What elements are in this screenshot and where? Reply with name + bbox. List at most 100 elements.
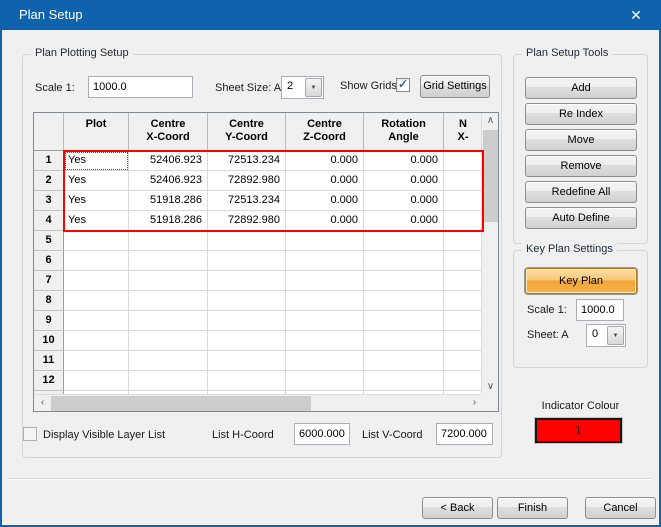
tools-button-auto-define[interactable]: Auto Define: [525, 207, 637, 229]
grid-cell[interactable]: [364, 311, 444, 331]
grid-cell[interactable]: 0.000: [286, 191, 364, 211]
grid-cell[interactable]: 0.000: [364, 211, 444, 231]
key-plan-scale-input[interactable]: [576, 299, 624, 321]
grid-cell[interactable]: [64, 291, 129, 311]
vertical-scrollbar[interactable]: ∧ ∨: [481, 113, 498, 396]
chevron-down-icon[interactable]: ▼: [607, 326, 624, 345]
chevron-down-icon[interactable]: ▼: [305, 78, 322, 97]
grid-cell[interactable]: Yes: [64, 211, 129, 231]
grid-cell[interactable]: [129, 291, 208, 311]
grid-cell[interactable]: [208, 311, 286, 331]
titlebar[interactable]: Plan Setup ✕: [0, 0, 661, 30]
grid-cell[interactable]: [444, 231, 483, 251]
back-button[interactable]: < Back: [422, 497, 493, 519]
grid-cell[interactable]: [208, 351, 286, 371]
grid-cell[interactable]: [208, 251, 286, 271]
grid-cell[interactable]: [286, 251, 364, 271]
horizontal-scrollbar-thumb[interactable]: [51, 396, 311, 411]
grid-cell[interactable]: [444, 271, 483, 291]
tools-button-add[interactable]: Add: [525, 77, 637, 99]
grid-cell[interactable]: [129, 251, 208, 271]
grid-cell[interactable]: 0.000: [286, 151, 364, 171]
display-visible-layer-list-checkbox[interactable]: [23, 427, 37, 441]
grid-cell[interactable]: [286, 331, 364, 351]
row-header[interactable]: 11: [34, 351, 64, 371]
grid-cell[interactable]: [444, 151, 483, 171]
grid-cell[interactable]: [286, 311, 364, 331]
grid-cell[interactable]: [129, 311, 208, 331]
grid-cell[interactable]: [64, 271, 129, 291]
grid-cell[interactable]: 72513.234: [208, 151, 286, 171]
grid-cell[interactable]: [364, 331, 444, 351]
grid-cell[interactable]: [64, 251, 129, 271]
grid-cell[interactable]: [286, 271, 364, 291]
grid-cell[interactable]: [444, 291, 483, 311]
row-header[interactable]: 10: [34, 331, 64, 351]
grid-cell[interactable]: [364, 291, 444, 311]
grid-cell[interactable]: [208, 291, 286, 311]
row-header[interactable]: 7: [34, 271, 64, 291]
list-h-coord-input[interactable]: [294, 423, 350, 445]
row-header[interactable]: 4: [34, 211, 64, 231]
grid-cell[interactable]: [444, 311, 483, 331]
grid-cell[interactable]: [208, 231, 286, 251]
grid-cell[interactable]: [64, 351, 129, 371]
key-plan-button[interactable]: Key Plan: [525, 268, 637, 294]
grid-cell[interactable]: [444, 211, 483, 231]
list-v-coord-input[interactable]: [436, 423, 493, 445]
grid-cell[interactable]: 52406.923: [129, 171, 208, 191]
grid-cell[interactable]: [286, 291, 364, 311]
tools-button-move[interactable]: Move: [525, 129, 637, 151]
grid-cell[interactable]: Yes: [64, 151, 129, 171]
tools-button-redefine-all[interactable]: Redefine All: [525, 181, 637, 203]
tools-button-re-index[interactable]: Re Index: [525, 103, 637, 125]
grid-cell[interactable]: [364, 231, 444, 251]
sheet-size-combo[interactable]: 2 ▼: [281, 76, 324, 99]
grid-cell[interactable]: 0.000: [286, 211, 364, 231]
grid-cell[interactable]: [444, 191, 483, 211]
cancel-button[interactable]: Cancel: [585, 497, 656, 519]
tools-button-remove[interactable]: Remove: [525, 155, 637, 177]
grid-cell[interactable]: [129, 371, 208, 391]
grid-cell[interactable]: [129, 271, 208, 291]
grid-cell[interactable]: [364, 351, 444, 371]
grid-cell[interactable]: [208, 331, 286, 351]
grid-settings-button[interactable]: Grid Settings: [420, 75, 490, 98]
grid-cell[interactable]: 0.000: [364, 191, 444, 211]
row-header[interactable]: 8: [34, 291, 64, 311]
grid-cell[interactable]: Yes: [64, 171, 129, 191]
row-header[interactable]: 12: [34, 371, 64, 391]
grid-cell[interactable]: [364, 371, 444, 391]
row-header[interactable]: 6: [34, 251, 64, 271]
vertical-scrollbar-thumb[interactable]: [483, 130, 498, 222]
key-plan-sheet-combo[interactable]: 0 ▼: [586, 324, 626, 347]
grid-cell[interactable]: 51918.286: [129, 211, 208, 231]
indicator-colour-swatch[interactable]: 1: [535, 418, 622, 443]
finish-button[interactable]: Finish: [497, 497, 568, 519]
grid-cell[interactable]: [129, 351, 208, 371]
scroll-left-icon[interactable]: ‹: [34, 395, 51, 412]
grid-cell[interactable]: 72892.980: [208, 171, 286, 191]
scale-input[interactable]: [88, 76, 193, 98]
row-header[interactable]: 5: [34, 231, 64, 251]
grid-cell[interactable]: 0.000: [286, 171, 364, 191]
grid-cell[interactable]: 72513.234: [208, 191, 286, 211]
grid-cell[interactable]: [208, 371, 286, 391]
row-header[interactable]: 9: [34, 311, 64, 331]
row-header[interactable]: 1: [34, 151, 64, 171]
grid-cell[interactable]: Yes: [64, 191, 129, 211]
grid-cell[interactable]: [64, 371, 129, 391]
grid-cell[interactable]: [286, 351, 364, 371]
close-icon[interactable]: ✕: [619, 3, 653, 27]
grid-cell[interactable]: 0.000: [364, 151, 444, 171]
grid-cell[interactable]: 72892.980: [208, 211, 286, 231]
grid-cell[interactable]: 0.000: [364, 171, 444, 191]
grid-cell[interactable]: [364, 251, 444, 271]
grid-cell[interactable]: [444, 351, 483, 371]
grid-cell[interactable]: 51918.286: [129, 191, 208, 211]
grid-cell[interactable]: [129, 331, 208, 351]
show-grids-checkbox[interactable]: ✓: [396, 78, 410, 92]
grid-cell[interactable]: [286, 231, 364, 251]
grid-cell[interactable]: [444, 371, 483, 391]
grid-cell[interactable]: [286, 371, 364, 391]
